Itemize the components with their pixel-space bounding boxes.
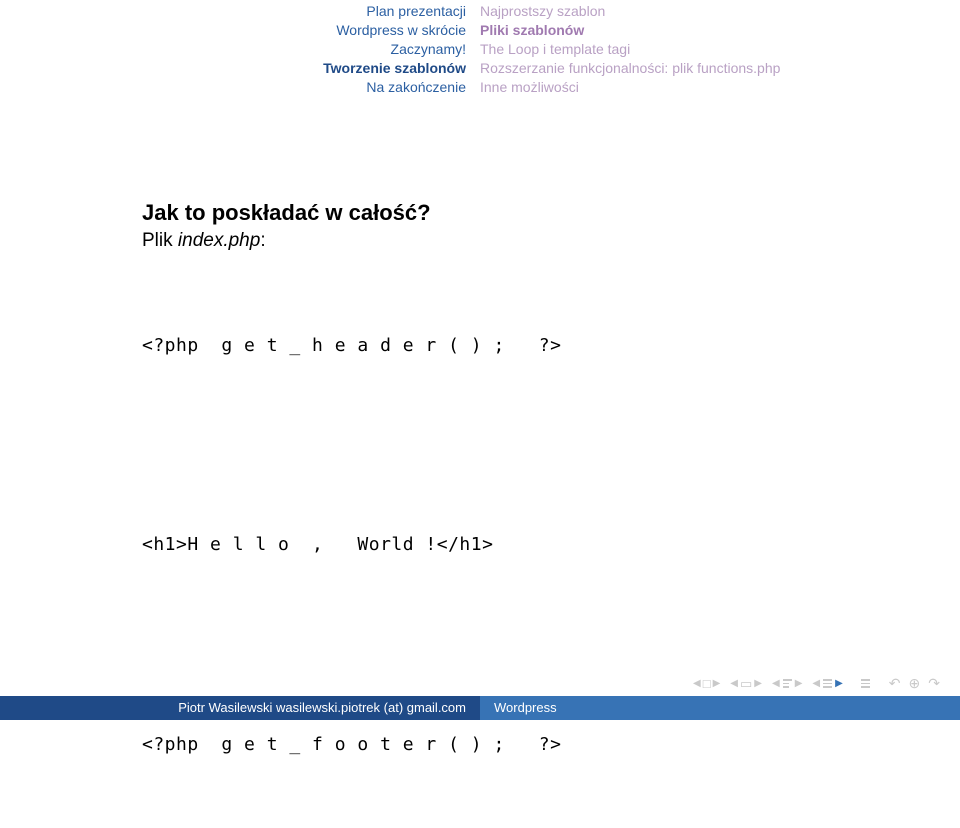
outline-item-active[interactable]: Tworzenie szablonów bbox=[0, 59, 466, 78]
nav-slide-group: ◀ □ ▶ bbox=[693, 676, 720, 691]
code-line: <?php g e t _ f o o t e r ( ) ; ?> bbox=[142, 728, 561, 761]
suboutline-item[interactable]: Rozszerzanie funkcjonalności: plik funct… bbox=[480, 59, 960, 78]
suboutline-item-active[interactable]: Pliki szablonów bbox=[480, 21, 960, 40]
subsection-icon bbox=[783, 679, 792, 688]
back-icon[interactable]: ↶ bbox=[889, 675, 901, 692]
slide-content: Jak to poskładać w całość? Plik index.ph… bbox=[142, 200, 561, 828]
slide-heading: Jak to poskładać w całość? bbox=[142, 200, 561, 226]
prev-frame-icon[interactable]: ◀ bbox=[730, 678, 738, 689]
nav-subsection-group: ◀ ▶ bbox=[772, 678, 802, 689]
beamer-nav-bar: ◀ □ ▶ ◀ ▭ ▶ ◀ ▶ ◀ ▶ ↶ ⊕ ↷ bbox=[693, 675, 942, 692]
code-line: <?php g e t _ h e a d e r ( ) ; ?> bbox=[142, 329, 561, 362]
nav-undo-redo: ↶ ⊕ ↷ bbox=[887, 675, 942, 692]
nav-frame-group: ◀ ▭ ▶ bbox=[730, 676, 762, 692]
forward-icon[interactable]: ↷ bbox=[928, 675, 940, 692]
prev-subsection-icon[interactable]: ◀ bbox=[772, 678, 780, 689]
next-slide-icon[interactable]: ▶ bbox=[713, 678, 721, 689]
slide-header: Plan prezentacji Wordpress w skrócie Zac… bbox=[0, 0, 960, 104]
filename-line: Plik index.php: bbox=[142, 230, 561, 252]
prev-slide-icon[interactable]: ◀ bbox=[693, 678, 701, 689]
toc-icon[interactable] bbox=[861, 679, 870, 688]
outline-item[interactable]: Wordpress w skrócie bbox=[0, 21, 466, 40]
suboutline-item[interactable]: Inne możliwości bbox=[480, 78, 960, 97]
slide-footer: Piotr Wasilewski wasilewski.piotrek (at)… bbox=[0, 696, 960, 720]
code-line bbox=[142, 628, 561, 661]
suboutline-item[interactable]: Najprostszy szablon bbox=[480, 2, 960, 21]
outline-item[interactable]: Zaczynamy! bbox=[0, 40, 466, 59]
next-section-icon[interactable]: ▶ bbox=[835, 678, 843, 689]
nav-section-group: ◀ ▶ bbox=[812, 678, 842, 689]
prev-section-icon[interactable]: ◀ bbox=[812, 678, 820, 689]
footer-title: Wordpress bbox=[480, 696, 960, 720]
outline-right: Najprostszy szablon Pliki szablonów The … bbox=[480, 2, 960, 96]
search-icon[interactable]: ⊕ bbox=[909, 675, 921, 692]
code-line: <h1>H e l l o , World !</h1> bbox=[142, 528, 561, 561]
footer-author: Piotr Wasilewski wasilewski.piotrek (at)… bbox=[0, 696, 480, 720]
next-frame-icon[interactable]: ▶ bbox=[754, 678, 762, 689]
outline-left: Plan prezentacji Wordpress w skrócie Zac… bbox=[0, 2, 480, 96]
code-line bbox=[142, 428, 561, 461]
slide-icon: □ bbox=[703, 676, 711, 691]
frame-icon: ▭ bbox=[740, 676, 752, 692]
section-icon bbox=[823, 679, 832, 688]
next-subsection-icon[interactable]: ▶ bbox=[795, 678, 803, 689]
code-block: <?php g e t _ h e a d e r ( ) ; ?> <h1>H… bbox=[142, 262, 561, 828]
suboutline-item[interactable]: The Loop i template tagi bbox=[480, 40, 960, 59]
outline-item[interactable]: Plan prezentacji bbox=[0, 2, 466, 21]
outline-item[interactable]: Na zakończenie bbox=[0, 78, 466, 97]
